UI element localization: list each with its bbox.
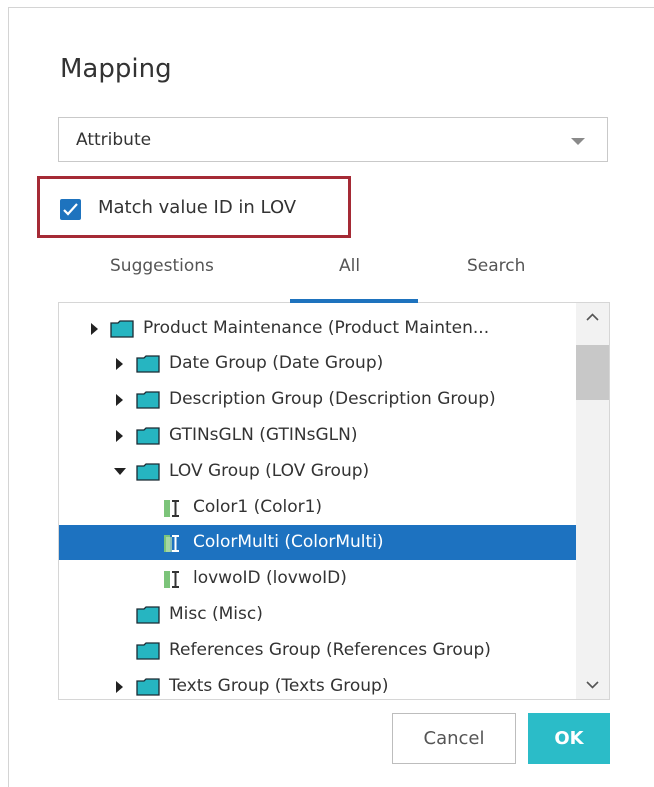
attribute-multi-icon — [164, 535, 179, 552]
folder-icon — [136, 463, 160, 481]
tree-row-label: Description Group (Description Group) — [169, 389, 496, 409]
attribute-tree[interactable]: Product Maintenance (Product Mainten... … — [58, 303, 610, 700]
tree-row-label: lovwoID (lovwoID) — [193, 568, 347, 588]
scrollbar-thumb[interactable] — [576, 345, 609, 400]
tree-row-label: Color1 (Color1) — [193, 497, 323, 517]
tree-row[interactable]: References Group (References Group) — [59, 633, 577, 668]
triangle-right-icon[interactable] — [116, 430, 123, 442]
folder-icon — [136, 606, 160, 624]
folder-icon — [136, 678, 160, 696]
cancel-button[interactable]: Cancel — [392, 713, 516, 764]
tree-row[interactable]: Color1 (Color1) — [59, 490, 577, 525]
triangle-right-icon[interactable] — [116, 358, 123, 370]
tree-row[interactable]: Product Maintenance (Product Mainten... — [59, 311, 577, 346]
dialog-title: Mapping — [60, 54, 172, 84]
tree-row[interactable]: Description Group (Description Group) — [59, 382, 577, 417]
checkmark-icon — [63, 203, 78, 216]
attribute-icon — [164, 500, 179, 517]
triangle-right-icon[interactable] — [91, 323, 98, 335]
mapping-type-select[interactable]: Attribute — [58, 117, 608, 162]
triangle-right-icon[interactable] — [116, 394, 123, 406]
tree-row[interactable]: Date Group (Date Group) — [59, 346, 577, 381]
tree-row[interactable]: lovwoID (lovwoID) — [59, 561, 577, 596]
tree-row[interactable]: GTINsGLN (GTINsGLN) — [59, 418, 577, 453]
match-value-id-checkbox[interactable] — [60, 199, 81, 220]
tree-row-label: Texts Group (Texts Group) — [169, 676, 389, 696]
folder-icon — [110, 320, 134, 338]
tree-row[interactable]: Texts Group (Texts Group) — [59, 669, 577, 699]
attribute-icon — [164, 571, 179, 588]
folder-icon — [136, 427, 160, 445]
tree-row-label: Product Maintenance (Product Mainten... — [143, 318, 490, 338]
tree-row-label: GTINsGLN (GTINsGLN) — [169, 425, 358, 445]
folder-icon — [136, 391, 160, 409]
tree-row-label: ColorMulti (ColorMulti) — [193, 532, 384, 552]
tree-row[interactable]: LOV Group (LOV Group) — [59, 454, 577, 489]
tree-row-label: Date Group (Date Group) — [169, 353, 384, 373]
scroll-up-icon[interactable] — [586, 313, 599, 321]
tab-all[interactable]: All — [339, 256, 360, 276]
folder-icon — [136, 642, 160, 660]
tree-row-selected[interactable]: ColorMulti (ColorMulti) — [59, 525, 577, 560]
tree-row-label: LOV Group (LOV Group) — [169, 461, 370, 481]
tree-row[interactable]: Misc (Misc) — [59, 597, 577, 632]
match-value-id-label[interactable]: Match value ID in LOV — [98, 197, 296, 218]
tree-row-label: Misc (Misc) — [169, 604, 263, 624]
ok-button[interactable]: OK — [528, 713, 610, 764]
tree-scrollbar[interactable] — [576, 303, 609, 699]
tab-search[interactable]: Search — [467, 256, 525, 276]
triangle-right-icon[interactable] — [116, 681, 123, 693]
mapping-type-value: Attribute — [76, 130, 152, 150]
folder-icon — [136, 355, 160, 373]
triangle-down-icon[interactable] — [114, 468, 126, 475]
tab-suggestions[interactable]: Suggestions — [110, 256, 214, 276]
scroll-down-icon[interactable] — [586, 681, 599, 689]
tree-row-label: References Group (References Group) — [169, 640, 491, 660]
chevron-down-icon — [571, 138, 585, 145]
